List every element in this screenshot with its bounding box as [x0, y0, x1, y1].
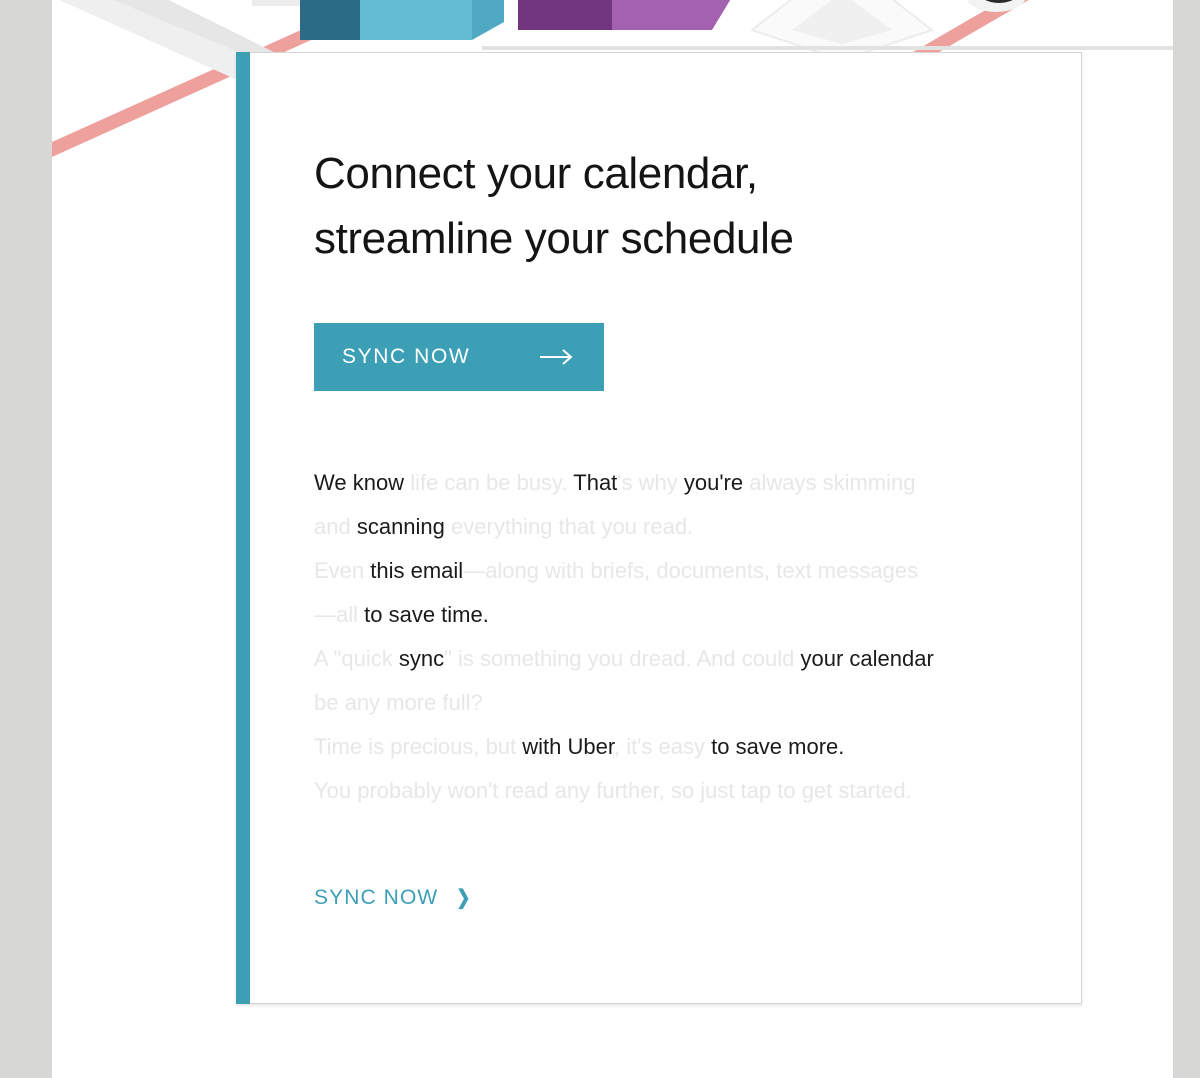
body-segment-faint: be any more full?: [314, 690, 483, 716]
body-segment-faint: " is something you dread. And could: [444, 646, 801, 672]
teal-block-side: [300, 0, 360, 40]
body-paragraph: Time is precious, but with Uber, it's ea…: [314, 725, 934, 769]
body-segment-dark: with Uber: [522, 734, 614, 760]
body-segment-dark: you're: [683, 470, 750, 496]
body-segment-faint: Time is precious, but: [314, 734, 523, 760]
card-content: Connect your calendar, streamline your s…: [314, 53, 1081, 1003]
arrow-right-icon: [540, 348, 574, 366]
body-paragraph: Even this email—along with briefs, docum…: [314, 549, 934, 637]
body-segment-dark: sync: [398, 646, 445, 672]
teal-block-front: [360, 0, 472, 40]
body-segment-faint: life can be busy.: [410, 470, 574, 496]
body-paragraph: A "quick sync" is something you dread. A…: [314, 637, 934, 725]
body-segment-dark: That: [573, 470, 618, 496]
body-segment-dark: this email: [370, 558, 464, 584]
sync-now-link-label: SYNC NOW: [314, 886, 439, 910]
body-segment-faint: 's why: [617, 470, 684, 496]
body-segment-dark: to save more.: [711, 734, 845, 760]
body-copy: We know life can be busy. That's why you…: [314, 461, 934, 813]
email-card: Connect your calendar, streamline your s…: [236, 52, 1082, 1004]
body-segment-dark: your calendar: [800, 646, 934, 672]
headline-line-1: Connect your calendar,: [314, 149, 758, 198]
body-paragraph: We know life can be busy. That's why you…: [314, 461, 934, 549]
body-segment-dark: scanning: [356, 514, 452, 540]
headline-line-2: streamline your schedule: [314, 214, 794, 264]
sync-now-button[interactable]: SYNC NOW: [314, 323, 604, 392]
purple-block-side: [518, 0, 612, 30]
chevron-right-icon: ❯: [456, 887, 471, 910]
page-canvas: Connect your calendar, streamline your s…: [52, 0, 1173, 1078]
body-paragraph: You probably won't read any further, so …: [314, 769, 934, 813]
page-title: Connect your calendar, streamline your s…: [314, 141, 954, 271]
body-segment-faint: You probably won't read any further, so …: [314, 778, 912, 804]
body-segment-faint: A "quick: [314, 646, 399, 672]
sync-now-link[interactable]: SYNC NOW ❯: [314, 885, 472, 910]
card-accent-bar: [236, 52, 250, 1004]
body-segment-faint: Even: [314, 558, 371, 584]
sync-now-button-label: SYNC NOW: [342, 345, 471, 369]
body-segment-faint: everything that you read.: [451, 514, 694, 540]
body-segment-faint: , it's easy: [613, 734, 712, 760]
body-segment-dark: to save time.: [364, 602, 489, 628]
body-segment-dark: We know: [314, 470, 411, 496]
art-floor-line: [482, 46, 1173, 50]
